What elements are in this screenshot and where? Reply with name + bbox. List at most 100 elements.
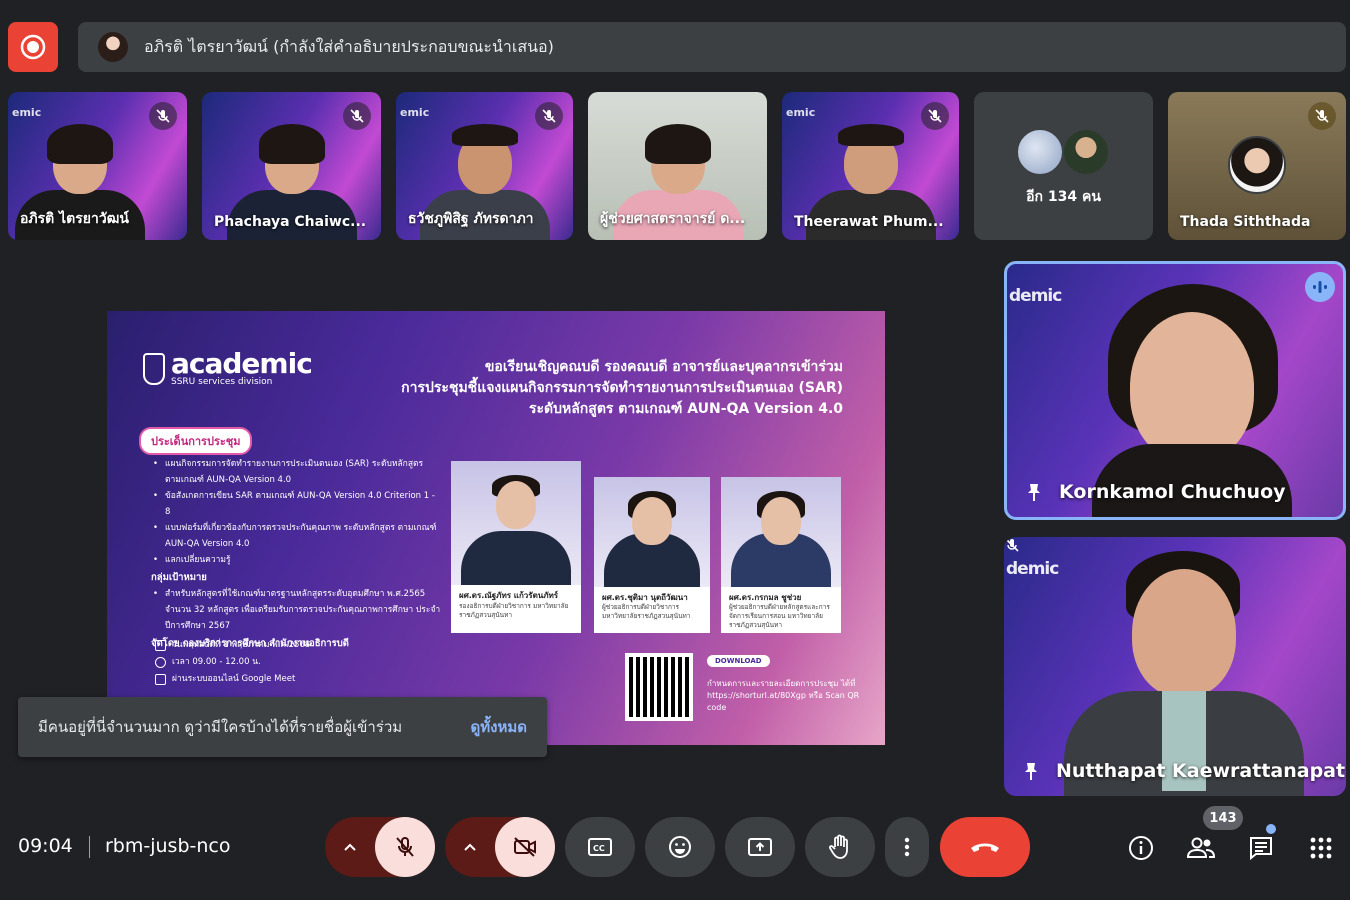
raise-hand-button[interactable] [805, 817, 875, 877]
target-text: สำหรับหลักสูตรที่ใช้เกณฑ์มาตรฐานหลักสูตร… [151, 586, 441, 634]
hand-icon [829, 834, 848, 859]
calendar-icon [155, 640, 166, 651]
apps-grid-icon [1310, 837, 1332, 859]
presentation-slide: academic SSRU services division ขอเรียนเ… [107, 311, 885, 745]
more-participants-count: อีก 134 คน [1026, 189, 1101, 205]
captions-button[interactable]: CC [565, 817, 635, 877]
participant-name: Theerawat Phum... [794, 214, 944, 230]
download-pill: DOWNLOAD [707, 655, 770, 667]
tile-watermark: emic [786, 106, 816, 119]
mic-control [325, 817, 435, 877]
present-screen-icon [748, 838, 772, 856]
participant-tile[interactable]: Phachaya Chaiwc... [202, 92, 381, 240]
audio-options-button[interactable] [325, 817, 375, 877]
view-all-link[interactable]: ดูทั้งหมด [471, 715, 527, 739]
avatar [1228, 136, 1286, 194]
participant-tile[interactable]: emic Theerawat Phum... [782, 92, 959, 240]
leave-call-button[interactable] [940, 817, 1030, 877]
call-end-icon [971, 843, 999, 852]
agenda-pill: ประเด็นการประชุม [139, 427, 253, 455]
participant-tile[interactable]: ผู้ช่วยศาสตราจารย์ ด... [588, 92, 767, 240]
speaker-photo [451, 461, 581, 585]
camera-toggle-button[interactable] [495, 817, 555, 877]
meeting-time: 09:04 [18, 835, 73, 857]
slide-headline: ขอเรียนเชิญคณบดี รองคณบดี อาจารย์และบุคล… [401, 357, 843, 420]
meeting-code[interactable]: rbm-jusb-nco [105, 835, 231, 857]
video-options-button[interactable] [445, 817, 495, 877]
pin-icon [1028, 484, 1040, 501]
reactions-button[interactable] [645, 817, 715, 877]
event-info: วันพฤหัสบดีที่ 1 พฤษภาคม พ.ศ.2568 เวลา 0… [155, 637, 310, 688]
speaking-indicator-icon [1305, 272, 1335, 302]
camera-control [445, 817, 555, 877]
participant-count-badge: 143 [1203, 806, 1243, 830]
camera-off-icon [514, 837, 536, 857]
mic-off-icon [396, 837, 414, 857]
agenda-item: แลกเปลี่ยนความรู้ [151, 552, 441, 568]
participant-name: Phachaya Chaiwc... [214, 214, 367, 230]
present-button[interactable] [725, 817, 795, 877]
mic-off-icon [535, 102, 563, 130]
info-icon [1129, 836, 1153, 860]
speaker-name: Kornkamol Chuchuoy [1059, 481, 1286, 503]
participant-name: ผู้ช่วยศาสตราจารย์ ด... [600, 211, 746, 227]
agenda-item: ข้อสังเกตการเขียน SAR ตามเกณฑ์ AUN-QA Ve… [151, 488, 441, 520]
tile-watermark: emic [400, 106, 430, 119]
speaker-tile[interactable]: demic Nutthapat Kaewrattanapat [1004, 537, 1346, 796]
presenter-banner[interactable]: อภิรติ ไตรยาวัฒน์ (กำลังใส่คำอธิบายประกอ… [78, 22, 1346, 72]
tile-watermark: demic [1009, 286, 1062, 306]
speaker-name: Nutthapat Kaewrattanapat [1056, 760, 1346, 782]
logo-word: academic [171, 347, 313, 380]
people-button[interactable] [1181, 828, 1221, 868]
qr-code [625, 653, 693, 721]
svg-text:CC: CC [593, 844, 605, 853]
event-time: เวลา 09.00 - 12.00 น. [172, 657, 261, 667]
speaker-card: ผศ.ดร.กรกมล ชูช่วย ผู้ช่วยอธิการบดีฝ่ายห… [721, 477, 841, 633]
toast-message: มีคนอยู่ที่นี่จำนวนมาก ดูว่ามีใครบ้างได้… [38, 718, 403, 736]
chevron-up-icon [464, 843, 476, 851]
activities-button[interactable] [1301, 828, 1341, 868]
speaker-name: ผศ.ดร.ณัฐภัทร แก้วรัตนภัทร์ [459, 591, 559, 600]
headline-line: ระดับหลักสูตร ตามเกณฑ์ AUN-QA Version 4.… [528, 401, 843, 417]
event-date: วันพฤหัสบดีที่ 1 พฤษภาคม พ.ศ.2568 [172, 640, 311, 650]
speaker-title: ผู้ช่วยอธิการบดีฝ่ายหลักสูตรและการจัดการ… [729, 603, 830, 629]
ssru-logo-icon [143, 353, 165, 385]
chevron-up-icon [344, 843, 356, 851]
chat-button[interactable] [1241, 828, 1281, 868]
headline-line: ขอเรียนเชิญคณบดี รองคณบดี อาจารย์และบุคล… [484, 359, 843, 375]
more-participants-tile[interactable]: อีก 134 คน [974, 92, 1153, 240]
mic-off-icon [149, 102, 177, 130]
participants-toast: มีคนอยู่ที่นี่จำนวนมาก ดูว่ามีใครบ้างได้… [18, 697, 547, 757]
target-heading: กลุ่มเป้าหมาย [151, 572, 207, 583]
speaker-tile[interactable]: demic Kornkamol Chuchuoy [1004, 261, 1346, 520]
participant-tile[interactable]: Thada Siththada [1168, 92, 1346, 240]
mic-off-icon [343, 102, 371, 130]
more-options-button[interactable] [885, 817, 929, 877]
more-vert-icon [904, 837, 910, 857]
slide-logo: academic SSRU services division [143, 347, 313, 387]
agenda-list: แผนกิจกรรมการจัดทำรายงานการประเมินตนเอง … [151, 456, 441, 652]
chat-icon [1250, 837, 1272, 861]
captions-icon: CC [588, 838, 612, 856]
agenda-item: แบบฟอร์มที่เกี่ยวข้องกับการตรวจประกันคุณ… [151, 520, 441, 552]
participant-avatars [1016, 128, 1116, 178]
participant-name: Thada Siththada [1180, 214, 1311, 230]
participant-tile[interactable]: emic ธวัชภูพิสิฐ ภัทรดาภา [396, 92, 573, 240]
mic-toggle-button[interactable] [375, 817, 435, 877]
clock-icon [155, 657, 166, 668]
speaker-photo [721, 477, 841, 587]
mic-off-icon [1308, 102, 1336, 130]
tile-watermark: emic [12, 106, 42, 119]
participant-tile[interactable]: emic อภิรติ ไตรยาวัฒน์ [8, 92, 187, 240]
event-platform: ผ่านระบบออนไลน์ Google Meet [172, 674, 296, 684]
download-text: กำหนดการและรายละเอียดการประชุม ได้ที่ ht… [707, 679, 860, 712]
people-icon [1186, 837, 1216, 858]
avatar [1062, 128, 1110, 176]
speaker-card: ผศ.ดร.ณัฐภัทร แก้วรัตนภัทร์ รองอธิการบดี… [451, 461, 581, 633]
agenda-item: แผนกิจกรรมการจัดทำรายงานการประเมินตนเอง … [151, 456, 441, 488]
recording-button[interactable] [8, 22, 58, 72]
record-icon [20, 34, 46, 60]
meeting-details-button[interactable] [1121, 828, 1161, 868]
speaker-title: ผู้ช่วยอธิการบดีฝ่ายวิชาการ มหาวิทยาลัยร… [602, 603, 691, 620]
pin-icon [1025, 763, 1037, 780]
